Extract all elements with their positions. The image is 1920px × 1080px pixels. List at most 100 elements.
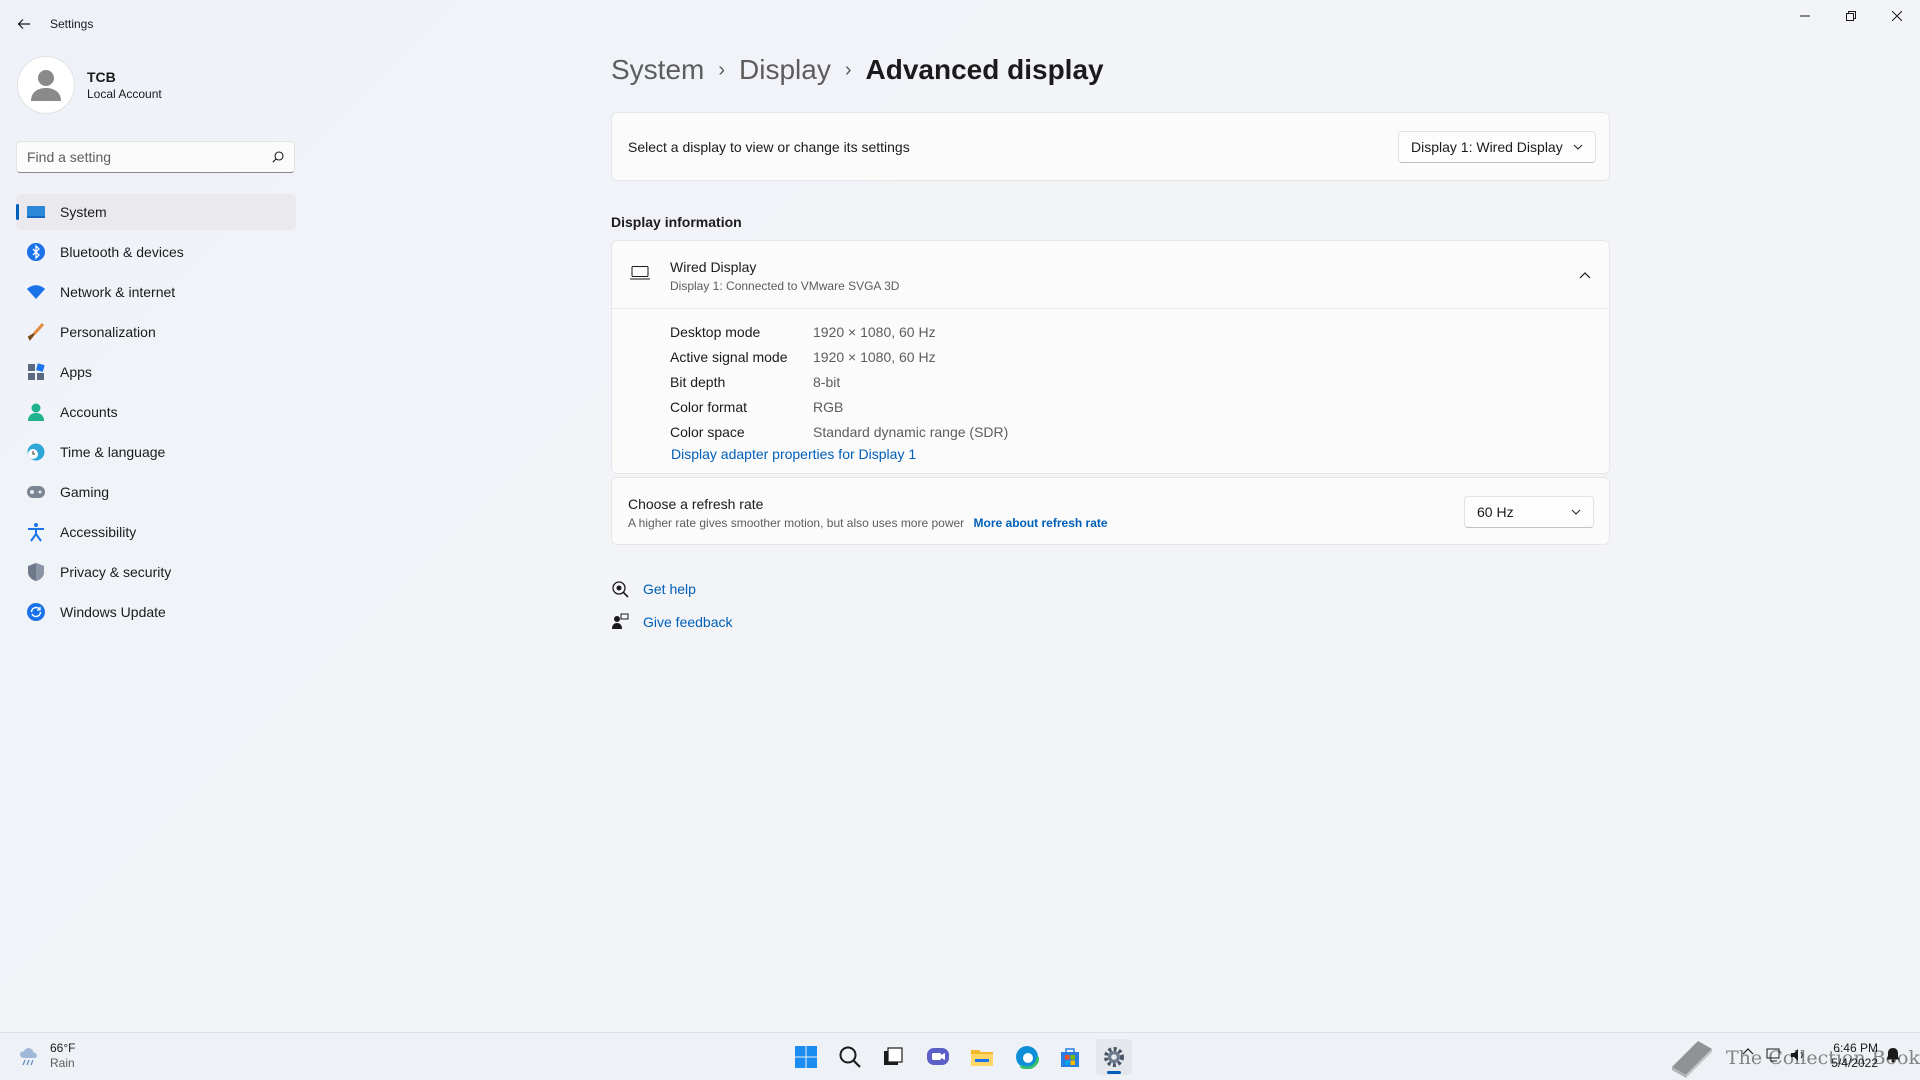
info-row: Color format RGB xyxy=(670,394,1008,419)
sidebar-item-accessibility[interactable]: Accessibility xyxy=(16,514,296,550)
info-row: Color space Standard dynamic range (SDR) xyxy=(670,419,1008,444)
clock-globe-icon xyxy=(26,442,46,462)
file-explorer-icon[interactable] xyxy=(964,1039,1000,1075)
sidebar-item-label: Apps xyxy=(60,364,92,380)
display-info-header[interactable]: Wired Display Display 1: Connected to VM… xyxy=(612,241,1609,309)
sidebar-item-bluetooth[interactable]: Bluetooth & devices xyxy=(16,234,296,270)
page-title: Advanced display xyxy=(865,54,1104,85)
store-icon[interactable] xyxy=(1052,1039,1088,1075)
search-input[interactable] xyxy=(27,149,272,165)
sidebar-item-label: Network & internet xyxy=(60,284,176,300)
sidebar-item-label: System xyxy=(60,204,107,220)
info-value: Standard dynamic range (SDR) xyxy=(813,423,1009,440)
minimize-button[interactable] xyxy=(1782,0,1828,32)
more-about-refresh-rate-link[interactable]: More about refresh rate xyxy=(974,516,1108,530)
sidebar-item-label: Gaming xyxy=(60,484,110,500)
restore-icon xyxy=(1846,11,1856,21)
sidebar-item-gaming[interactable]: Gaming xyxy=(16,474,296,510)
monitor-icon xyxy=(26,202,46,222)
task-view-icon[interactable] xyxy=(875,1039,911,1075)
rain-cloud-icon xyxy=(20,1048,37,1066)
refresh-rate-description: A higher rate gives smoother motion, but… xyxy=(628,516,965,530)
search-icon[interactable] xyxy=(832,1039,868,1075)
clock-date: 5/4/2022 xyxy=(1831,1056,1878,1070)
restore-button[interactable] xyxy=(1828,0,1874,32)
search-box[interactable] xyxy=(16,141,295,173)
sidebar-item-accounts[interactable]: Accounts xyxy=(16,394,296,430)
chevron-down-icon xyxy=(1571,509,1581,515)
person-icon xyxy=(26,402,46,422)
refresh-rate-card: Choose a refresh rate A higher rate give… xyxy=(611,477,1610,545)
clock[interactable]: 6:46 PM 5/4/2022 xyxy=(1818,1041,1878,1071)
windows-start-icon[interactable] xyxy=(788,1039,824,1075)
chevron-up-icon[interactable] xyxy=(1742,1047,1754,1055)
refresh-rate-value: 60 Hz xyxy=(1477,504,1514,520)
update-icon xyxy=(26,602,46,622)
title-bar: Settings xyxy=(0,0,1920,48)
sidebar-item-time-language[interactable]: Time & language xyxy=(16,434,296,470)
sidebar-item-label: Bluetooth & devices xyxy=(60,244,184,260)
avatar xyxy=(17,56,75,114)
info-value: RGB xyxy=(813,398,844,415)
chat-icon[interactable] xyxy=(920,1039,956,1075)
weather-temperature: 66°F xyxy=(50,1041,76,1055)
arrow-left-icon xyxy=(17,19,30,29)
display-dropdown[interactable]: Display 1: Wired Display xyxy=(1398,131,1596,163)
chevron-right-icon: › xyxy=(844,58,852,81)
close-icon xyxy=(1892,11,1902,21)
chevron-right-icon: › xyxy=(718,58,726,81)
sidebar-item-label: Time & language xyxy=(60,444,166,460)
close-button[interactable] xyxy=(1874,0,1920,32)
settings-icon[interactable] xyxy=(1096,1039,1132,1075)
accessibility-icon xyxy=(26,522,46,542)
display-info-rows: Desktop mode 1920 × 1080, 60 Hz Active s… xyxy=(670,319,1008,444)
sidebar-item-personalization[interactable]: Personalization xyxy=(16,314,296,350)
weather-widget[interactable]: 66°F Rain xyxy=(18,1041,75,1071)
sidebar-item-label: Accounts xyxy=(60,404,118,420)
sidebar-item-privacy[interactable]: Privacy & security xyxy=(16,554,296,590)
display-select-card: Select a display to view or change its s… xyxy=(611,112,1610,181)
app-title: Settings xyxy=(50,17,94,31)
brush-icon xyxy=(26,322,46,342)
shield-icon xyxy=(26,562,46,582)
get-help-label: Get help xyxy=(643,581,696,597)
help-icon xyxy=(611,580,629,598)
sidebar-nav: System Bluetooth & devices Network & int… xyxy=(16,194,296,634)
sidebar-item-system[interactable]: System xyxy=(16,194,296,230)
profile-account-type: Local Account xyxy=(87,87,162,101)
info-key: Color format xyxy=(670,398,748,415)
refresh-rate-dropdown[interactable]: 60 Hz xyxy=(1464,496,1594,528)
book-icon xyxy=(1672,1041,1712,1078)
breadcrumb: System › Display › Advanced display xyxy=(611,54,1104,86)
give-feedback-link[interactable]: Give feedback xyxy=(611,613,733,631)
info-key: Bit depth xyxy=(670,373,726,390)
info-key: Color space xyxy=(670,423,745,440)
notification-icon[interactable] xyxy=(1886,1047,1900,1063)
person-icon xyxy=(31,70,61,101)
breadcrumb-display[interactable]: Display xyxy=(739,54,831,86)
sidebar-item-network[interactable]: Network & internet xyxy=(16,274,296,310)
display-adapter-properties-link[interactable]: Display adapter properties for Display 1 xyxy=(671,446,916,462)
volume-icon[interactable] xyxy=(1790,1047,1806,1063)
search-icon[interactable] xyxy=(272,151,284,163)
info-value: 1920 × 1080, 60 Hz xyxy=(813,348,936,365)
display-name: Wired Display xyxy=(670,259,757,275)
sidebar-item-label: Accessibility xyxy=(60,524,137,540)
edge-icon[interactable] xyxy=(1009,1039,1045,1075)
sidebar-item-apps[interactable]: Apps xyxy=(16,354,296,390)
network-icon[interactable] xyxy=(1766,1047,1782,1063)
back-button[interactable] xyxy=(12,12,36,36)
wifi-icon xyxy=(26,282,46,302)
feedback-icon xyxy=(611,613,629,631)
bluetooth-icon xyxy=(26,242,46,262)
breadcrumb-system[interactable]: System xyxy=(611,54,704,86)
chevron-up-icon[interactable] xyxy=(1575,265,1595,285)
info-key: Active signal mode xyxy=(670,348,788,365)
get-help-link[interactable]: Get help xyxy=(611,580,696,598)
user-profile[interactable]: TCB Local Account xyxy=(17,56,162,114)
info-value: 1920 × 1080, 60 Hz xyxy=(813,323,936,340)
sidebar-item-windows-update[interactable]: Windows Update xyxy=(16,594,296,630)
sidebar-item-label: Personalization xyxy=(60,324,156,340)
minimize-icon xyxy=(1800,15,1810,17)
sidebar-item-label: Windows Update xyxy=(60,604,166,620)
